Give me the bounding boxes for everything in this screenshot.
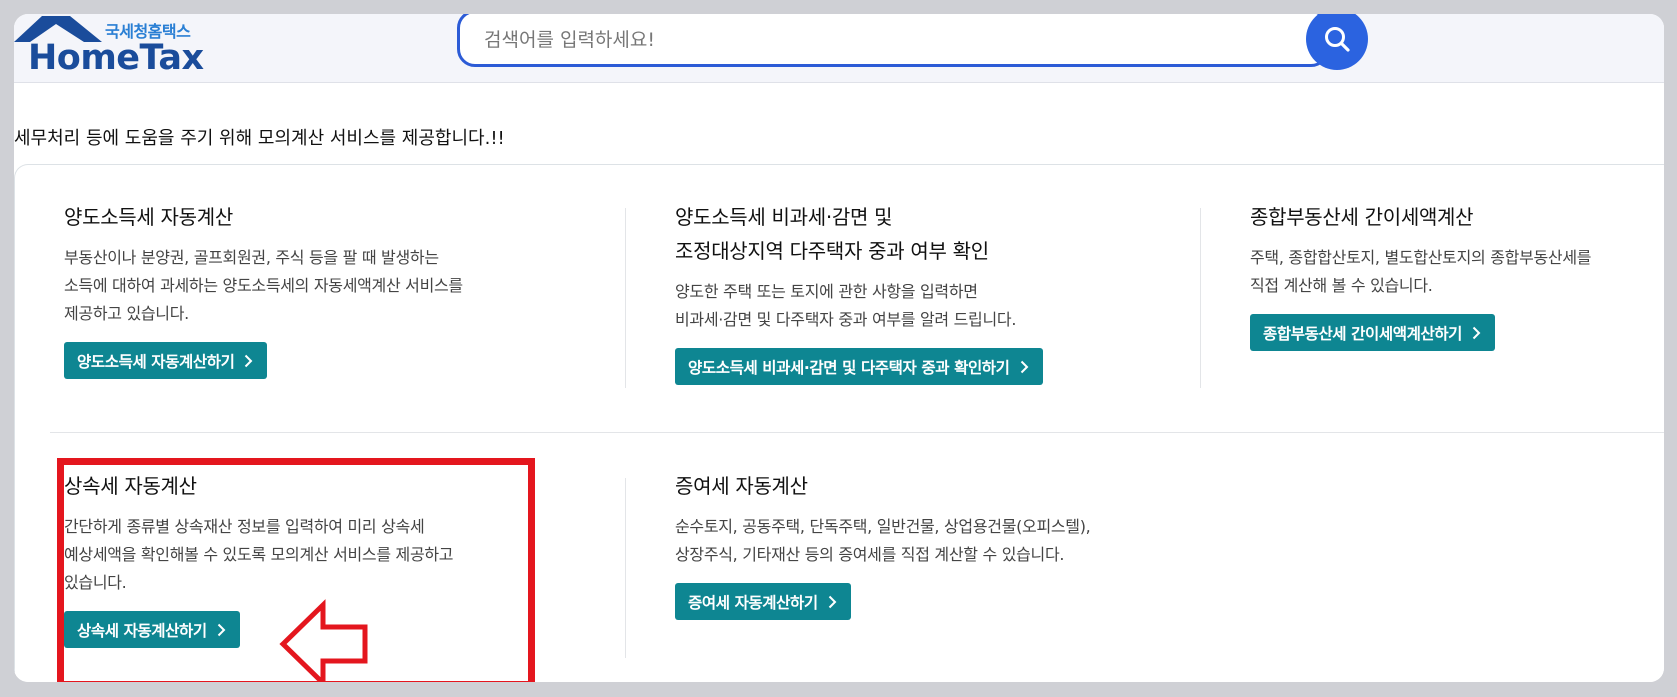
card-desc-line: 양도한 주택 또는 토지에 관한 사항을 입력하면 <box>675 282 978 301</box>
capital-gains-exemption-check-button[interactable]: 양도소득세 비과세·감면 및 다주택자 중과 확인하기 <box>675 348 1043 385</box>
card-desc-line: 상장주식, 기타재산 등의 증여세를 직접 계산할 수 있습니다. <box>675 545 1065 564</box>
card-title: 상속세 자동계산 <box>64 469 564 503</box>
card-title-line: 조정대상지역 다주택자 중과 여부 확인 <box>675 239 989 263</box>
column-divider <box>1200 208 1201 388</box>
card-description: 양도한 주택 또는 토지에 관한 사항을 입력하면 비과세·감면 및 다주택자 … <box>675 278 1195 334</box>
column-divider <box>625 208 626 388</box>
card-title: 증여세 자동계산 <box>675 469 1235 503</box>
card-title-line: 양도소득세 자동계산 <box>64 205 233 229</box>
card-title-line: 상속세 자동계산 <box>64 474 197 498</box>
card-capital-gains-exemption: 양도소득세 비과세·감면 및 조정대상지역 다주택자 중과 여부 확인 양도한 … <box>675 200 1195 385</box>
inheritance-tax-calc-button[interactable]: 상속세 자동계산하기 <box>64 611 240 648</box>
card-title: 양도소득세 자동계산 <box>64 200 564 234</box>
button-label: 상속세 자동계산하기 <box>77 621 207 640</box>
button-label: 증여세 자동계산하기 <box>688 593 818 612</box>
intro-text: 세무처리 등에 도움을 주기 위해 모의계산 서비스를 제공합니다.!! <box>14 128 505 149</box>
card-desc-line: 부동산이나 분양권, 골프회원권, 주식 등을 팔 때 발생하는 <box>64 248 439 267</box>
card-gift-tax: 증여세 자동계산 순수토지, 공동주택, 단독주택, 일반건물, 상업용건물(오… <box>675 469 1235 620</box>
card-description: 순수토지, 공동주택, 단독주택, 일반건물, 상업용건물(오피스텔), 상장주… <box>675 513 1235 569</box>
card-title-line: 양도소득세 비과세·감면 및 <box>675 205 893 229</box>
property-tax-calc-button[interactable]: 종합부동산세 간이세액계산하기 <box>1250 314 1496 351</box>
card-desc-line: 직접 계산해 볼 수 있습니다. <box>1250 276 1433 295</box>
chevron-right-icon <box>217 623 226 636</box>
chevron-right-icon <box>245 354 253 367</box>
card-title-line: 증여세 자동계산 <box>675 474 808 498</box>
card-desc-line: 있습니다. <box>64 573 127 592</box>
button-label: 양도소득세 자동계산하기 <box>77 352 235 371</box>
card-desc-line: 제공하고 있습니다. <box>64 304 189 323</box>
header: 국세청홈택스 HomeTax <box>14 14 1664 83</box>
gift-tax-calc-button[interactable]: 증여세 자동계산하기 <box>675 583 851 620</box>
search-box <box>457 14 1329 67</box>
capital-gains-calc-button[interactable]: 양도소득세 자동계산하기 <box>64 342 268 379</box>
search-icon <box>1325 27 1350 52</box>
card-desc-line: 순수토지, 공동주택, 단독주택, 일반건물, 상업용건물(오피스텔), <box>675 517 1091 536</box>
card-desc-line: 예상세액을 확인해볼 수 있도록 모의계산 서비스를 제공하고 <box>64 545 454 564</box>
card-desc-line: 간단하게 종류별 상속재산 정보를 입력하여 미리 상속세 <box>64 517 425 536</box>
card-capital-gains-tax: 양도소득세 자동계산 부동산이나 분양권, 골프회원권, 주식 등을 팔 때 발… <box>64 200 564 379</box>
search-button[interactable] <box>1306 14 1368 70</box>
hometax-window: 국세청홈택스 HomeTax 세무처리 등에 도움을 주기 위해 모의계산 서비… <box>14 14 1664 682</box>
card-desc-line: 주택, 종합합산토지, 별도합산토지의 종합부동산세를 <box>1250 248 1592 267</box>
card-desc-line: 비과세·감면 및 다주택자 중과 여부를 알려 드립니다. <box>675 310 1017 329</box>
button-label: 종합부동산세 간이세액계산하기 <box>1263 324 1463 343</box>
card-desc-line: 소득에 대하여 과세하는 양도소득세의 자동세액계산 서비스를 <box>64 276 463 295</box>
card-description: 부동산이나 분양권, 골프회원권, 주식 등을 팔 때 발생하는 소득에 대하여… <box>64 244 564 328</box>
card-title-line: 종합부동산세 간이세액계산 <box>1250 205 1474 229</box>
card-comprehensive-property-tax: 종합부동산세 간이세액계산 주택, 종합합산토지, 별도합산토지의 종합부동산세… <box>1250 200 1664 351</box>
card-title: 종합부동산세 간이세액계산 <box>1250 200 1664 234</box>
column-divider <box>625 478 626 658</box>
chevron-right-icon <box>828 595 837 608</box>
logo-title: HomeTax <box>28 38 204 78</box>
chevron-right-icon <box>1020 360 1028 373</box>
hometax-logo[interactable]: 국세청홈택스 HomeTax <box>14 14 214 80</box>
chevron-right-icon <box>1472 326 1481 339</box>
search-input[interactable] <box>482 14 1286 66</box>
card-description: 간단하게 종류별 상속재산 정보를 입력하여 미리 상속세 예상세액을 확인해볼… <box>64 513 564 597</box>
card-title: 양도소득세 비과세·감면 및 조정대상지역 다주택자 중과 여부 확인 <box>675 200 1195 268</box>
row-divider <box>50 432 1664 433</box>
button-label: 양도소득세 비과세·감면 및 다주택자 중과 확인하기 <box>688 358 1010 377</box>
card-description: 주택, 종합합산토지, 별도합산토지의 종합부동산세를 직접 계산해 볼 수 있… <box>1250 244 1664 300</box>
card-inheritance-tax: 상속세 자동계산 간단하게 종류별 상속재산 정보를 입력하여 미리 상속세 예… <box>64 469 564 648</box>
